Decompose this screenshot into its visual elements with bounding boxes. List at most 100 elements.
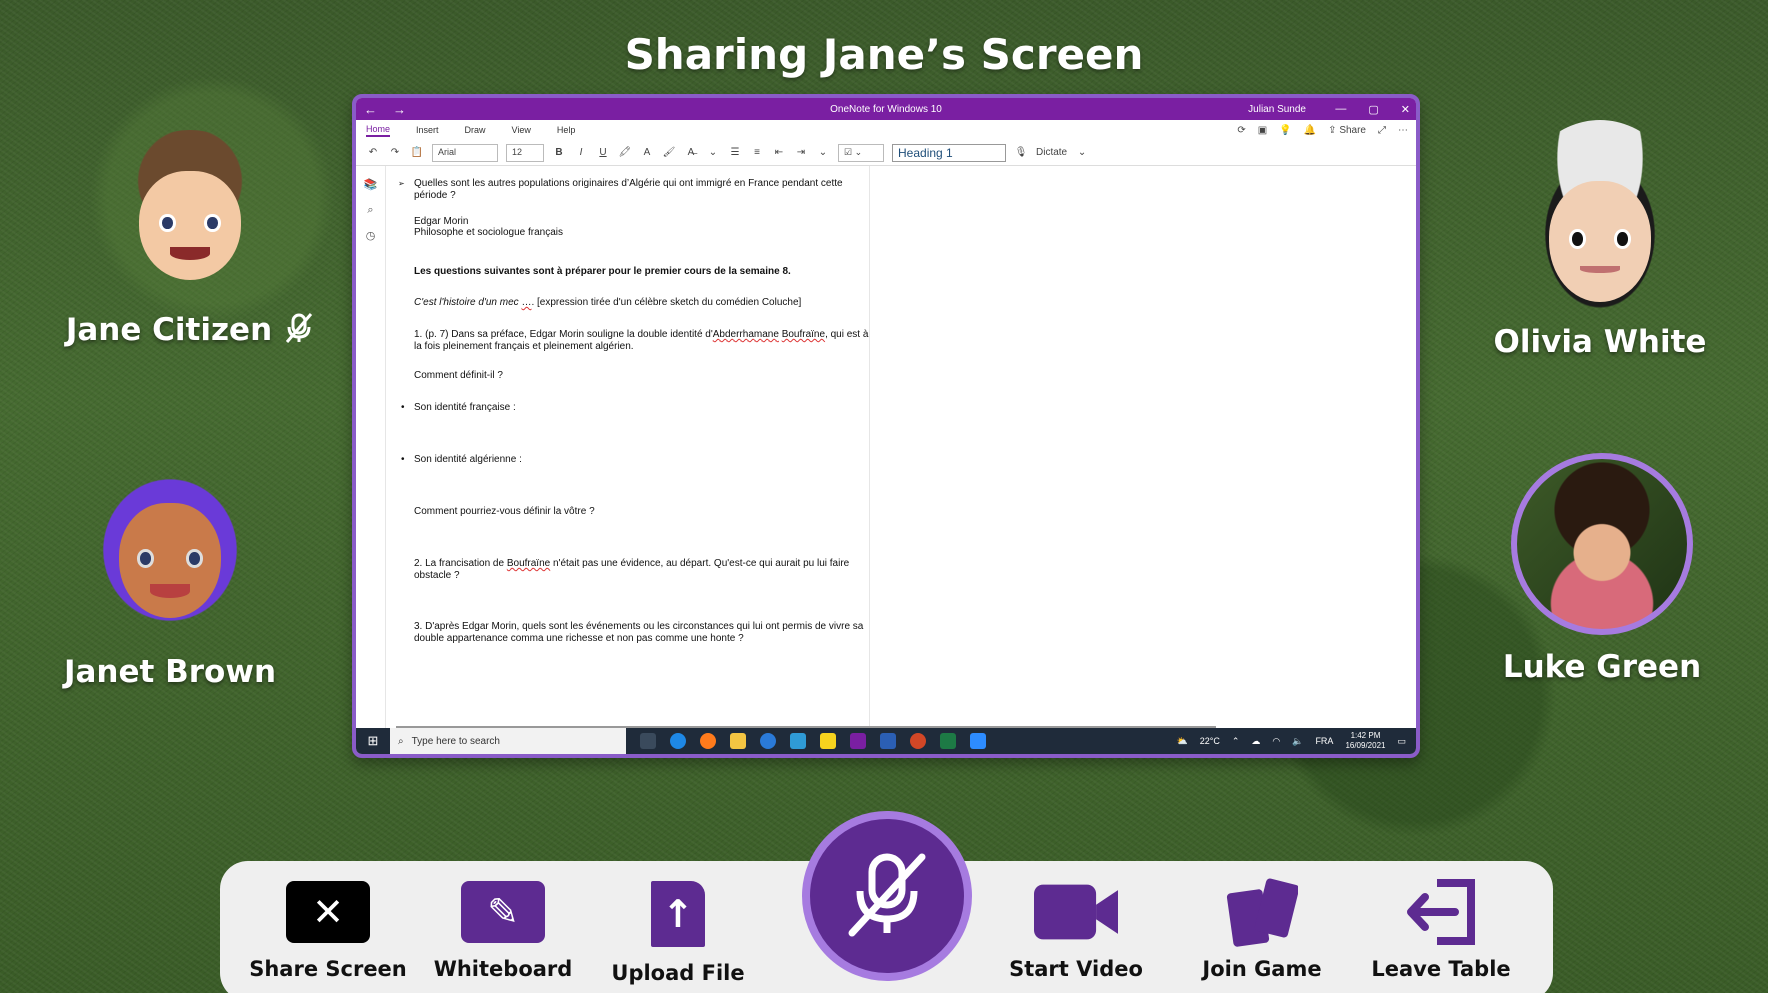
recent-icon[interactable]: ◷ [356,229,385,242]
sticky-notes-icon[interactable] [820,733,836,749]
search-icon[interactable]: ⌕ [356,203,385,217]
chevron-up-icon[interactable]: ⌃ [1232,736,1240,747]
close-icon[interactable]: ✕ [1401,103,1410,116]
note-line[interactable]: Comment pourriez-vous définir la vôtre ? [414,506,870,518]
clock[interactable]: 1:42 PM 16/09/2021 [1345,731,1385,751]
maximize-icon[interactable]: ▢ [1368,103,1378,116]
mic-icon[interactable]: 🎙 [1014,147,1028,158]
format-painter-icon[interactable]: 🖌 [662,147,676,158]
notebook-icon[interactable]: ▣ [1258,125,1267,136]
chevron-down-icon[interactable]: ⌄ [816,147,830,158]
menu-bar: Home Insert Draw View Help ⟳ ▣ 💡 🔔 ⇪ Sha… [356,120,1416,140]
todo-tag-select[interactable]: ☑ ⌄ [838,143,884,162]
note-line[interactable]: 2. La francisation de Boufraïne n'était … [414,558,870,582]
style-select[interactable]: Heading 1 [892,143,1006,162]
underline-button[interactable]: U [596,147,610,158]
minimize-icon[interactable]: — [1335,103,1346,116]
undo-icon[interactable]: ↶ [366,147,380,158]
note-text: Boufraïne [781,329,826,340]
powerpoint-icon[interactable] [910,733,926,749]
font-name-select[interactable]: Arial [432,143,498,162]
dictate-button[interactable]: Dictate [1036,147,1067,158]
tab-draw[interactable]: Draw [465,125,486,135]
edge-icon[interactable] [670,733,686,749]
firefox-icon[interactable] [700,733,716,749]
zoom-icon[interactable] [970,733,986,749]
note-line[interactable]: C'est l'histoire d'un mec …. [expression… [414,297,870,309]
task-view-icon[interactable] [640,733,656,749]
notebook-content: 📚 ⌕ ◷ Quelles sont les autres population… [356,166,1416,728]
note-line[interactable]: Son identité algérienne : [401,454,870,466]
clear-format-icon[interactable]: A̶ [684,147,698,158]
note-line[interactable]: Son identité française : [401,402,870,414]
lightbulb-icon[interactable]: 💡 [1279,125,1291,136]
note-line[interactable]: 1. (p. 7) Dans sa préface, Edgar Morin s… [414,329,870,353]
wifi-icon[interactable]: ◠ [1272,736,1280,747]
note-line[interactable]: Comment définit-il ? [414,370,870,382]
indent-icon[interactable]: ⇥ [794,147,808,158]
redo-icon[interactable]: ↷ [388,147,402,158]
participant-luke[interactable]: Luke Green [1452,453,1752,685]
tab-help[interactable]: Help [557,125,576,135]
note-line[interactable]: Les questions suivantes sont à préparer … [414,266,870,278]
back-arrow-icon[interactable]: ← [356,102,385,117]
note-page[interactable]: Quelles sont les autres populations orig… [386,166,870,728]
bell-icon[interactable]: 🔔 [1304,125,1316,136]
windows-start-icon[interactable]: ⊞ [356,733,390,749]
expand-icon[interactable]: ⤢ [1378,125,1386,136]
participant-janet[interactable]: Janet Brown [20,460,320,690]
weather-icon[interactable]: ⛅ [1176,736,1187,747]
note-line[interactable]: 3. D'après Edgar Morin, quels sont les é… [414,621,870,645]
upload-file-button[interactable]: ↑ Upload File [598,881,758,985]
highlight-icon[interactable]: 🖍 [618,147,632,158]
cloud-icon[interactable]: ☁ [1251,736,1260,747]
share-screen-label: Share Screen [249,957,407,981]
language-indicator[interactable]: FRA [1315,736,1333,746]
tab-insert[interactable]: Insert [416,125,439,135]
participant-jane[interactable]: Jane Citizen [40,130,340,348]
bold-button[interactable]: B [552,147,566,158]
share-link[interactable]: ⇪ Share [1328,125,1366,136]
window-titlebar: ← → OneNote for Windows 10 Julian Sunde … [356,98,1416,120]
chevron-down-icon[interactable]: ⌄ [1075,147,1089,158]
note-line[interactable]: Quelles sont les autres populations orig… [398,178,870,202]
onenote-icon[interactable] [850,733,866,749]
font-size-select[interactable]: 12 [506,143,544,162]
note-line[interactable]: Philosophe et sociologue français [414,227,870,239]
join-game-button[interactable]: Join Game [1182,878,1342,981]
file-explorer-icon[interactable] [730,733,746,749]
shared-screen-window[interactable]: ← → OneNote for Windows 10 Julian Sunde … [352,94,1420,758]
tab-home[interactable]: Home [366,124,391,137]
volume-icon[interactable]: 🔈 [1292,736,1303,747]
participant-olivia[interactable]: Olivia White [1450,120,1750,360]
app-icon[interactable] [760,733,776,749]
note-text: … [521,297,532,308]
cards-icon [1220,878,1304,947]
app-icon[interactable] [790,733,806,749]
start-video-button[interactable]: Start Video [996,881,1156,981]
tab-view[interactable]: View [512,125,531,135]
bullets-icon[interactable]: ☰ [728,147,742,158]
clipboard-icon[interactable]: 📋 [410,147,424,158]
share-screen-button[interactable]: ✕ Share Screen [248,881,408,981]
outdent-icon[interactable]: ⇤ [772,147,786,158]
weather-temp[interactable]: 22°C [1200,736,1220,746]
user-name[interactable]: Julian Sunde [1248,104,1306,115]
word-icon[interactable] [880,733,896,749]
forward-arrow-icon[interactable]: → [385,102,414,117]
italic-button[interactable]: I [574,147,588,158]
exit-icon [1399,879,1483,945]
numbering-icon[interactable]: ≡ [750,147,764,158]
taskbar-search[interactable]: ⌕ Type here to search [390,728,626,754]
chevron-down-icon[interactable]: ⌄ [706,147,720,158]
more-icon[interactable]: ⋯ [1398,125,1408,136]
font-color-icon[interactable]: A [640,147,654,158]
leave-table-button[interactable]: Leave Table [1361,879,1521,981]
mute-toggle-button[interactable] [802,811,972,981]
sync-icon[interactable]: ⟳ [1237,125,1245,136]
excel-icon[interactable] [940,733,956,749]
avatar [85,460,255,640]
notebooks-icon[interactable]: 📚 [356,178,385,191]
notifications-icon[interactable]: ▭ [1397,736,1406,747]
whiteboard-button[interactable]: ✎ Whiteboard [423,881,583,981]
